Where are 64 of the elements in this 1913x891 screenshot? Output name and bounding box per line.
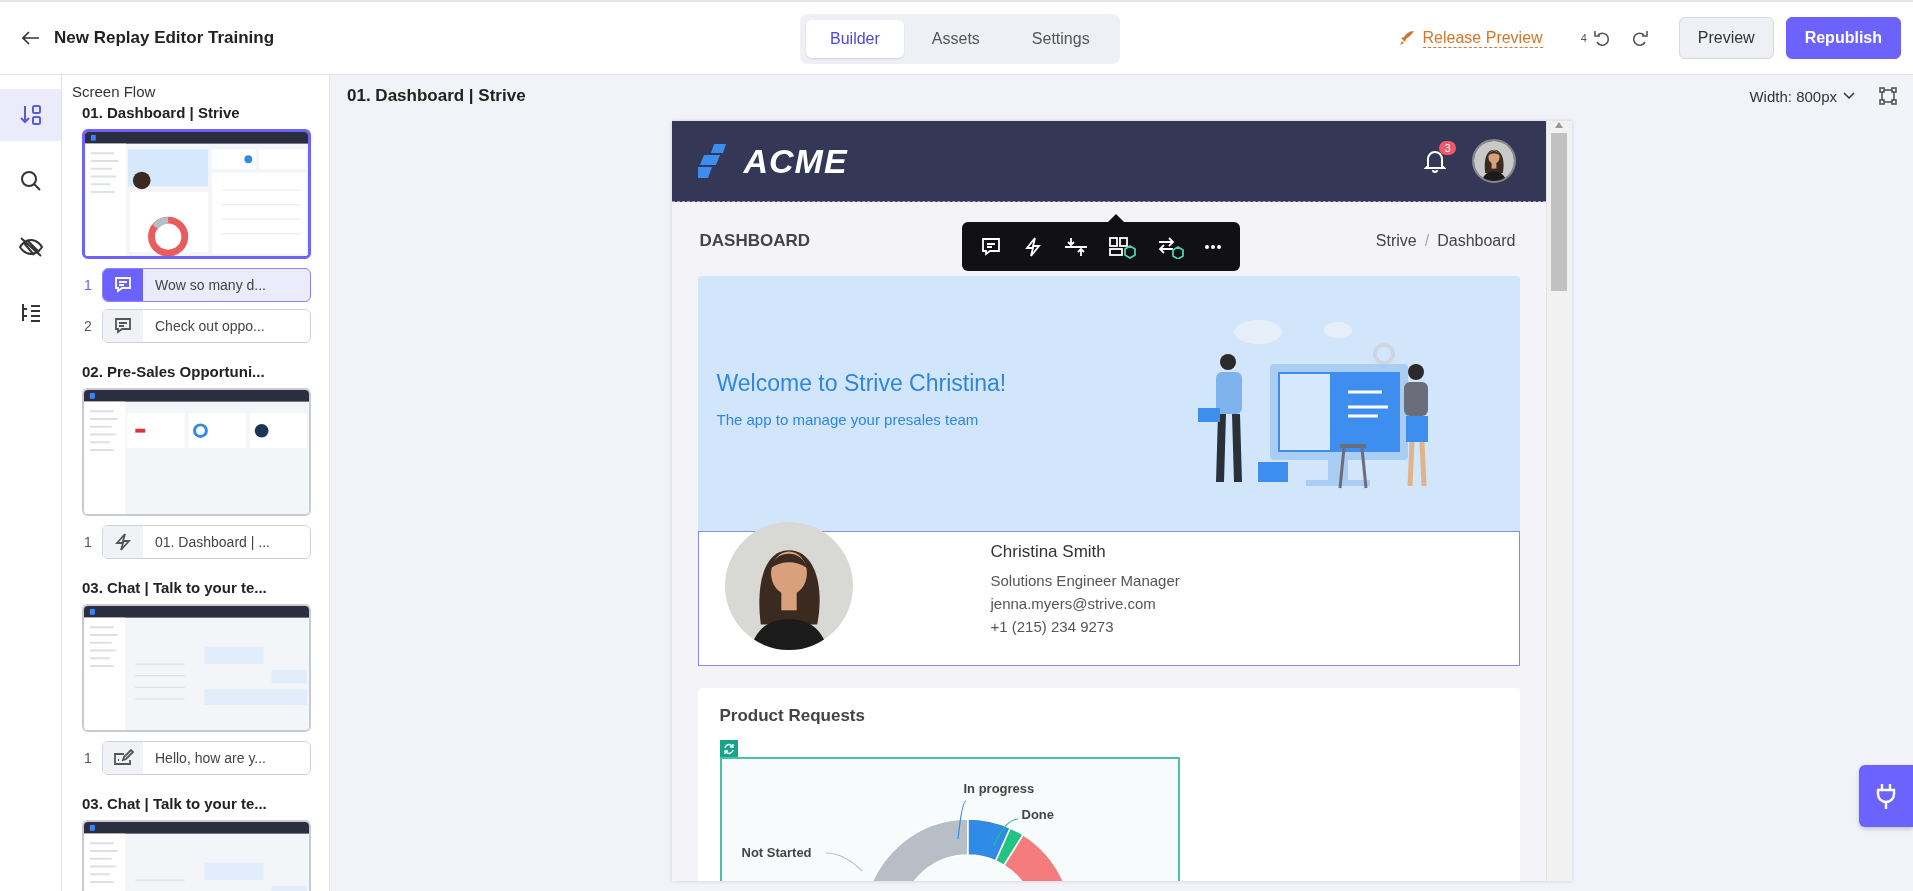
notification-badge: 3: [1439, 141, 1456, 155]
layout-cube-icon[interactable]: [1107, 234, 1136, 259]
tab[interactable]: Builder: [806, 20, 904, 58]
step-number: 2: [83, 318, 93, 334]
step-number: 1: [83, 277, 93, 293]
project-title: New Replay Editor Training: [54, 28, 275, 48]
profile-role: Solutions Engineer Manager: [990, 572, 1180, 589]
welcome-title: Welcome to Strive Christina!: [716, 369, 1007, 397]
plug-button[interactable]: [1859, 765, 1913, 827]
preview-button[interactable]: Preview: [1678, 17, 1774, 59]
profile-name: Christina Smith: [990, 542, 1107, 562]
comment-icon: [113, 275, 133, 295]
screen-title: 02. Pre-Sales Opportuni...: [82, 363, 266, 380]
comment-icon[interactable]: [979, 235, 1002, 258]
screen-thumbnail[interactable]: [85, 132, 308, 256]
scrollbar[interactable]: [1545, 121, 1572, 881]
screen-title: 03. Chat | Talk to your te...: [82, 579, 268, 596]
leader-line: [956, 800, 967, 840]
profile-email: jenna.myers@strive.com: [990, 595, 1157, 612]
sync-icon[interactable]: [719, 740, 738, 757]
scroll-thumb[interactable]: [1551, 133, 1567, 291]
step-item[interactable]: Wow so many d...: [102, 268, 311, 302]
undo-count: 4: [1580, 32, 1587, 44]
step-item[interactable]: 01. Dashboard | ...: [102, 525, 311, 559]
search-icon: [18, 169, 43, 193]
eye-off-icon: [17, 235, 44, 259]
lightning-icon: [113, 532, 133, 552]
step-item[interactable]: Hello, how are y...: [102, 741, 311, 775]
step-number: 1: [83, 750, 93, 766]
card-title: Product Requests: [719, 706, 866, 726]
panel-title: Screen Flow: [72, 82, 157, 102]
bell-icon[interactable]: [1423, 149, 1446, 173]
breadcrumb-item[interactable]: Strive: [1375, 232, 1417, 250]
page-title: DASHBOARD: [699, 231, 810, 251]
edit-field-icon: [112, 748, 134, 768]
chevron-down-icon: [1843, 92, 1855, 100]
screen-title: 01. Dashboard | Strive: [82, 104, 241, 121]
tab[interactable]: Settings: [1007, 20, 1114, 58]
breadcrumb-separator: /: [1424, 232, 1430, 250]
screen-thumbnail[interactable]: [84, 606, 309, 730]
leader-line: [992, 818, 1019, 846]
width-dropdown[interactable]: Width: 800px: [1743, 86, 1861, 106]
flow-icon: [18, 103, 43, 127]
up-down-arrows-icon[interactable]: [1063, 235, 1088, 258]
tab[interactable]: Assets: [907, 20, 1004, 58]
screen-title: 03. Chat | Talk to your te...: [82, 795, 268, 812]
step-number: 1: [83, 534, 93, 550]
chart-label: Not Started: [741, 845, 812, 860]
frame-icon[interactable]: [1879, 87, 1897, 105]
profile-phone: +1 (215) 234 9273: [990, 618, 1115, 635]
canvas-title: 01. Dashboard | Strive: [347, 86, 526, 106]
screen-thumbnail[interactable]: [84, 390, 309, 514]
plug-icon: [1875, 782, 1897, 810]
logo-text: ACME: [743, 141, 848, 181]
welcome-subtitle: The app to manage your presales team: [716, 410, 980, 428]
comment-icon: [113, 316, 133, 336]
chart-label: In progress: [963, 781, 1035, 796]
leader-line: [824, 852, 863, 872]
step-item[interactable]: Check out oppo...: [102, 309, 311, 343]
republish-button[interactable]: Republish: [1785, 17, 1901, 59]
back-arrow-icon[interactable]: [22, 31, 40, 45]
breadcrumb-item: Dashboard: [1437, 232, 1516, 250]
more-icon[interactable]: [1203, 243, 1222, 250]
chart-label: Done: [1021, 807, 1054, 822]
